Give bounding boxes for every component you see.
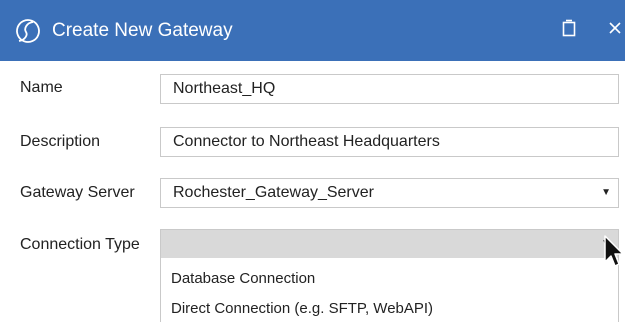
dropdown-option-database-connection[interactable]: Database Connection — [161, 264, 618, 294]
connection-type-dropdown-list: Database Connection Direct Connection (e… — [160, 258, 619, 322]
dropdown-option-direct-connection[interactable]: Direct Connection (e.g. SFTP, WebAPI) — [161, 294, 618, 324]
close-button[interactable] — [602, 16, 625, 44]
connection-type-label: Connection Type — [20, 236, 140, 253]
gateway-server-value: Rochester_Gateway_Server — [173, 184, 374, 201]
restore-icon — [562, 19, 576, 42]
close-icon — [608, 21, 622, 40]
description-input[interactable]: Connector to Northeast Headquarters — [160, 127, 619, 157]
dialog-title-bar[interactable]: Create New Gateway — [0, 0, 625, 61]
gateway-server-select[interactable]: Rochester_Gateway_Server ▼ — [160, 178, 619, 208]
dialog-title: Create New Gateway — [52, 20, 233, 41]
gateway-server-label: Gateway Server — [20, 184, 135, 201]
description-label: Description — [20, 133, 101, 150]
restore-button[interactable] — [556, 16, 582, 44]
name-input[interactable]: Northeast_HQ — [160, 74, 619, 104]
name-label: Name — [20, 79, 63, 96]
chevron-down-icon: ▼ — [601, 238, 611, 249]
connection-type-select[interactable]: ▼ — [160, 229, 619, 259]
s-script-logo-icon — [14, 17, 42, 45]
chevron-down-icon: ▼ — [601, 187, 611, 198]
